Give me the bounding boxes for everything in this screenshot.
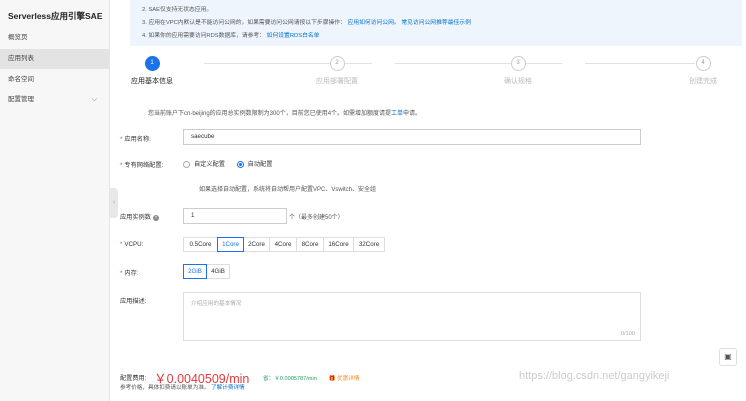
radio-auto-config[interactable]: 自动配置 <box>236 159 272 168</box>
vcpu-option-0-5core[interactable]: 0.5Core <box>183 237 218 252</box>
watermark: https://blog.csdn.net/gangyikeji <box>519 370 670 382</box>
memory-selector: 2GiB 4GiB <box>183 264 230 279</box>
vcpu-option-8core[interactable]: 8Core <box>296 237 324 252</box>
rds-whitelist-link[interactable]: 如何设置RDS白名单 <box>267 33 320 39</box>
instances-label: 应用实例数? <box>120 214 159 221</box>
sidebar-collapse-handle[interactable]: ‹ <box>110 188 118 218</box>
notice-panel: 2. SAE仅支持无状态应用。 3. 应用在VPC内默认是不能访问公网的，如果需… <box>130 0 742 46</box>
memory-option-4gib[interactable]: 4GiB <box>206 264 230 279</box>
gift-icon: 🎁 <box>328 375 336 382</box>
description-counter: 0/100 <box>621 331 635 337</box>
quota-notice: 您当前账户下cn-beijing的应用总实例数限制为300个，目前您已使用4个。… <box>148 111 422 117</box>
sidebar: Serverless应用引擎SAE 概览页 应用列表 命名空间 配置管理 ⌵ <box>0 0 110 401</box>
sidebar-item-app-list[interactable]: 应用列表 <box>0 49 109 69</box>
fee-saving: 省：￥0.0005787/min <box>263 375 317 382</box>
wizard-steps: 1 应用基本信息 2 应用部署配置 3 确认规格 4 创建完成 <box>120 56 746 90</box>
vcpu-option-2core[interactable]: 2Core <box>243 237 270 252</box>
step-2: 2 应用部署配置 <box>292 56 382 86</box>
help-icon: ? <box>152 215 159 221</box>
step-1: 1 应用基本信息 <box>107 56 197 86</box>
app-name-input[interactable]: saecube <box>183 129 641 145</box>
notice-line-3: 3. 应用在VPC内默认是不能访问公网的，如果需要访问公网请按以下步骤操作： 应… <box>142 20 471 26</box>
vcpu-option-4core[interactable]: 4Core <box>269 237 297 252</box>
sidebar-item-label: 配置管理 <box>8 96 34 103</box>
vcpu-option-1core[interactable]: 1Core <box>217 237 244 252</box>
billing-details-link[interactable]: 了解计费详情 <box>211 385 245 391</box>
sidebar-title: Serverless应用引擎SAE <box>8 11 103 21</box>
network-radio-group: 自定义配置 自动配置 <box>183 159 282 168</box>
description-placeholder: 介绍应用的基本情况 <box>191 301 242 307</box>
fee-label: 配置费用: <box>120 375 147 382</box>
sidebar-item-config-management[interactable]: 配置管理 ⌵ <box>0 90 109 110</box>
vcpu-option-16core[interactable]: 16Core <box>323 237 354 252</box>
description-textarea[interactable]: 介绍应用的基本情况 0/100 <box>183 292 641 341</box>
public-access-link[interactable]: 应用如何访问公网。 <box>348 20 400 26</box>
vcpu-selector: 0.5Core 1Core 2Core 4Core 8Core 16Core 3… <box>183 237 385 252</box>
memory-label: * 内存: <box>120 270 139 277</box>
step-4: 4 创建完成 <box>658 56 746 86</box>
instances-unit: 个（最多创建50个） <box>289 215 344 221</box>
notice-line-4: 4. 如果你的应用需要访问RDS数据库，请参考： 如何设置RDS白名单 <box>142 33 320 39</box>
memory-option-2gib[interactable]: 2GiB <box>183 264 207 279</box>
sidebar-item-overview[interactable]: 概览页 <box>0 28 109 48</box>
notice-line-2: 2. SAE仅支持无状态应用。 <box>142 7 213 13</box>
network-hint: 如果选择自动配置，系统将自动帮用户配置VPC、Vswitch、安全组 <box>199 187 377 193</box>
discount-detail-link[interactable]: 🎁 优惠详情 <box>329 376 360 382</box>
vcpu-option-32core[interactable]: 32Core <box>353 237 385 252</box>
app-name-label: * 应用名称: <box>120 136 151 143</box>
step-3: 3 确认规格 <box>473 56 563 86</box>
sidebar-item-namespace[interactable]: 命名空间 <box>0 70 109 90</box>
description-label: 应用描述: <box>120 298 147 305</box>
best-practice-link[interactable]: 常见访问公网推荐最佳示例 <box>401 20 471 26</box>
radio-custom-config[interactable]: 自定义配置 <box>183 159 225 168</box>
price-reference: 参考价格，具体扣费请以账单为准。 了解计费详情 <box>120 385 245 391</box>
network-config-label: * 专有网络配置: <box>120 162 164 169</box>
chevron-down-icon: ⌵ <box>91 96 97 103</box>
instances-input[interactable]: 1 <box>183 208 287 224</box>
ticket-link[interactable]: 工单 <box>391 111 403 117</box>
vcpu-label: * VCPU: <box>120 241 144 248</box>
feedback-icon[interactable]: ▣ <box>719 348 737 366</box>
